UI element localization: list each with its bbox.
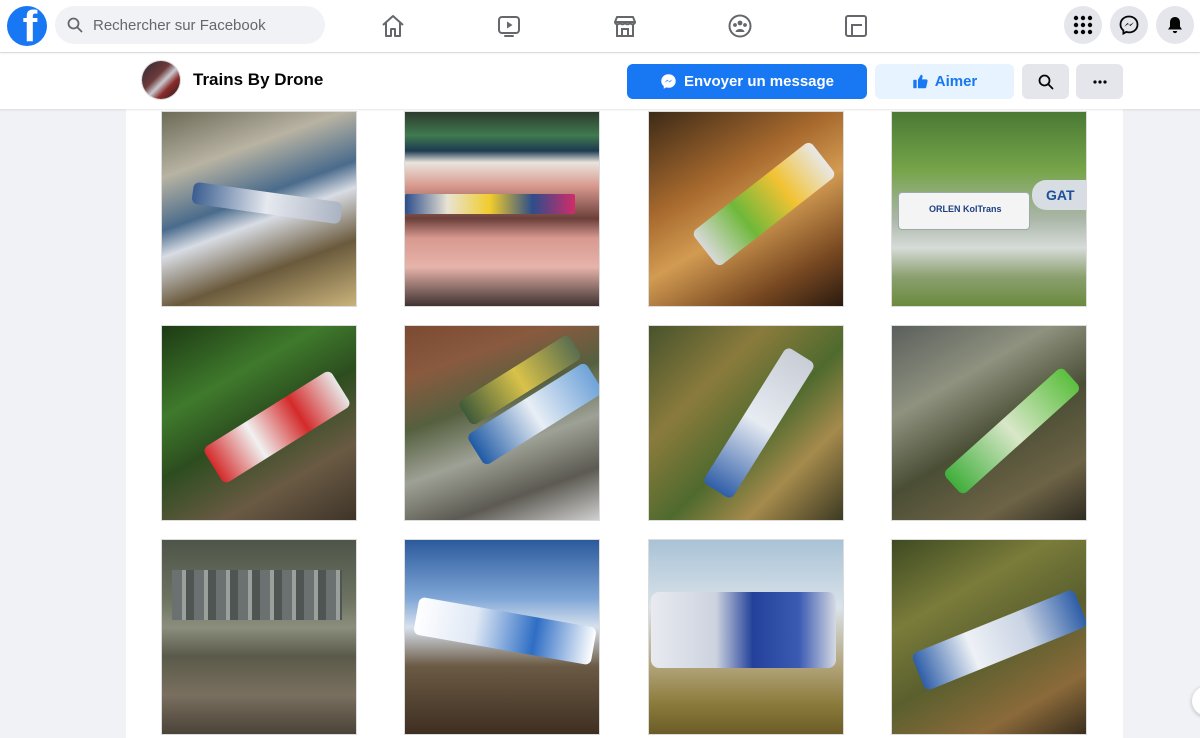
photo-thumbnail[interactable] <box>891 325 1087 521</box>
train-image <box>702 346 816 500</box>
nav-gaming[interactable] <box>838 8 874 44</box>
gaming-icon <box>845 15 867 37</box>
home-icon <box>382 15 404 37</box>
page-header: Trains By Drone Envoyer un message Aimer <box>0 53 1200 109</box>
photo-thumbnail[interactable] <box>891 539 1087 735</box>
train-image <box>405 194 575 214</box>
facebook-logo-letter: f <box>22 6 38 46</box>
messenger-icon <box>1119 15 1139 35</box>
train-image <box>413 596 597 666</box>
photo-thumbnail[interactable] <box>648 539 844 735</box>
photo-thumbnail[interactable] <box>648 111 844 307</box>
train-image: ORLEN KolTrans <box>898 192 1030 230</box>
train-livery-text: ORLEN KolTrans <box>929 204 1002 214</box>
page-title[interactable]: Trains By Drone <box>193 70 323 90</box>
tank-wagon-image: GAT <box>1032 180 1086 210</box>
marketplace-icon <box>614 16 636 37</box>
search-bar[interactable] <box>55 6 325 44</box>
groups-icon <box>728 14 752 38</box>
send-message-label: Envoyer un message <box>683 73 835 90</box>
menu-button[interactable] <box>1064 6 1102 44</box>
notifications-button[interactable] <box>1156 6 1194 44</box>
search-icon <box>67 17 83 33</box>
more-options-button[interactable] <box>1076 64 1123 99</box>
locomotive-image <box>651 592 836 668</box>
photo-thumbnail[interactable] <box>161 111 357 307</box>
photo-thumbnail[interactable]: ORLEN KolTrans GAT <box>891 111 1087 307</box>
train-image <box>691 140 837 268</box>
photo-thumbnail[interactable] <box>404 325 600 521</box>
city-skyline-image <box>172 570 342 620</box>
notifications-bell-icon <box>1168 17 1182 34</box>
train-image <box>191 181 343 225</box>
train-image <box>910 588 1086 692</box>
messenger-icon <box>661 74 676 89</box>
photo-thumbnail[interactable] <box>161 539 357 735</box>
search-icon <box>1038 74 1053 89</box>
like-label: Aimer <box>934 73 978 90</box>
watch-icon <box>498 16 520 37</box>
top-navigation-bar: f <box>0 0 1200 52</box>
train-image <box>942 366 1082 496</box>
train-image <box>202 369 352 485</box>
nav-groups[interactable] <box>722 8 758 44</box>
menu-grid-icon <box>1073 15 1093 35</box>
nav-home[interactable] <box>375 8 411 44</box>
photo-thumbnail[interactable] <box>648 325 844 521</box>
facebook-logo[interactable]: f <box>7 6 47 46</box>
wagon-text: GAT <box>1046 187 1075 203</box>
nav-watch[interactable] <box>491 8 527 44</box>
floating-action-button[interactable] <box>1192 686 1200 716</box>
photo-thumbnail[interactable] <box>404 111 600 307</box>
thumbs-up-icon <box>913 74 928 89</box>
page-search-button[interactable] <box>1022 64 1069 99</box>
like-button[interactable]: Aimer <box>875 64 1014 99</box>
nav-marketplace[interactable] <box>607 8 643 44</box>
send-message-button[interactable]: Envoyer un message <box>627 64 867 99</box>
more-dots-icon <box>1092 79 1107 84</box>
search-input[interactable] <box>91 15 315 35</box>
page-avatar[interactable] <box>142 61 180 99</box>
photos-panel: ORLEN KolTrans GAT <box>126 109 1123 738</box>
messenger-button[interactable] <box>1110 6 1148 44</box>
photo-thumbnail[interactable] <box>161 325 357 521</box>
photo-thumbnail[interactable] <box>404 539 600 735</box>
